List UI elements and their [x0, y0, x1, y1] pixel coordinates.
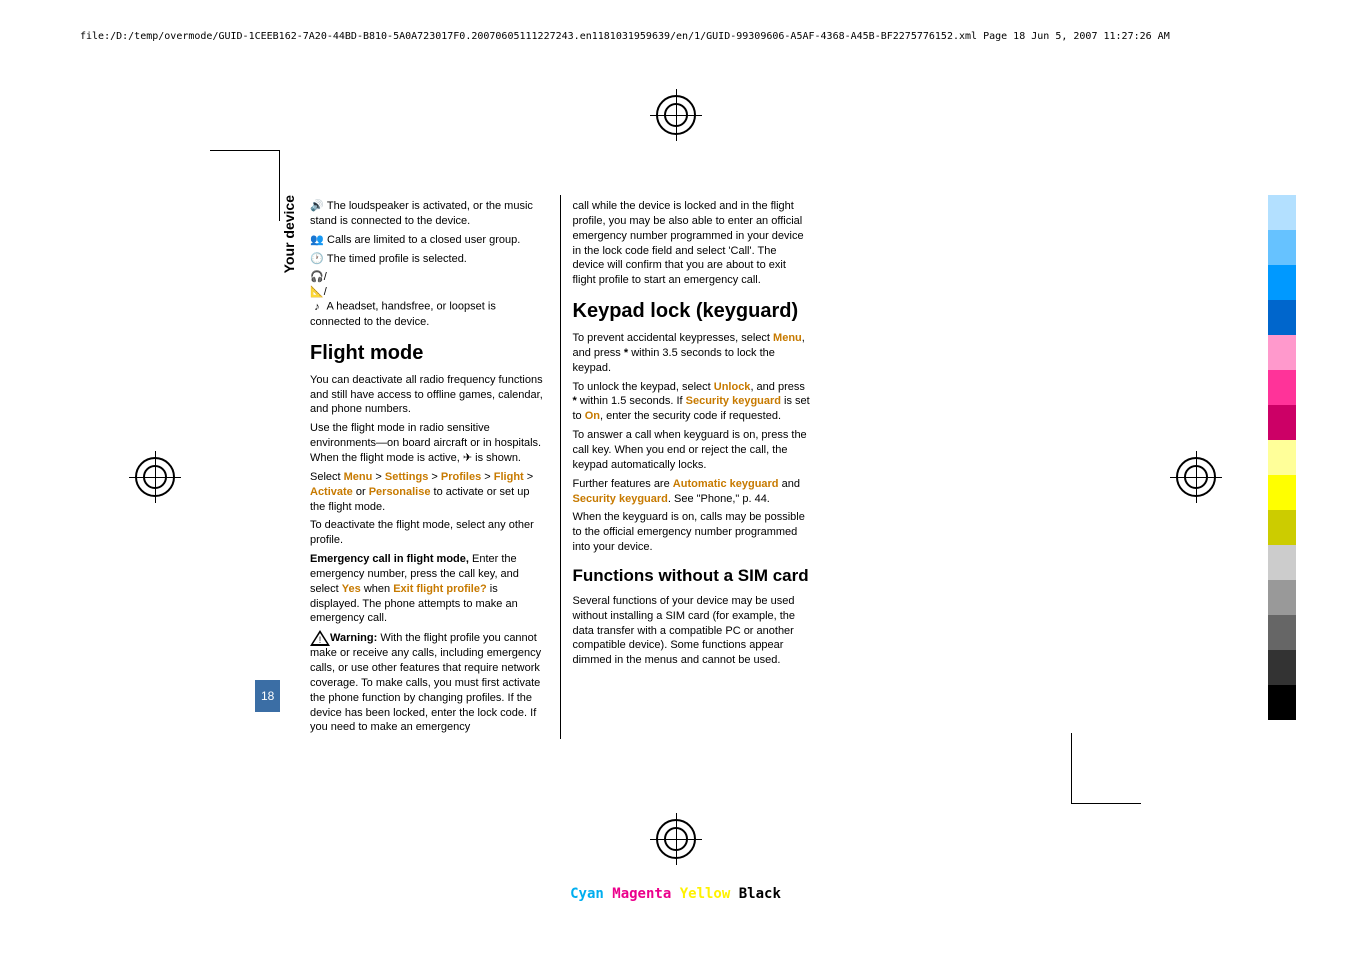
emergency-text: Emergency call in flight mode, Enter the…: [310, 552, 548, 626]
page: file:/D:/temp/overmode/GUID-1CEEB162-7A2…: [0, 0, 1351, 954]
registration-mark-left: [135, 457, 175, 497]
keyguard-p5: When the keyguard is on, calls may be po…: [573, 510, 811, 555]
deactivate-text: To deactivate the flight mode, select an…: [310, 518, 548, 548]
keyguard-p2: To unlock the keypad, select Unlock, and…: [573, 380, 811, 425]
closed-group-text: 👥 Calls are limited to a closed user gro…: [310, 233, 548, 248]
file-path-header: file:/D:/temp/overmode/GUID-1CEEB162-7A2…: [80, 30, 1170, 44]
registration-mark-top: [656, 95, 696, 135]
warning-text: !Warning: With the flight profile you ca…: [310, 630, 548, 735]
keyguard-heading: Keypad lock (keyguard): [573, 298, 811, 325]
registration-mark-right: [1176, 457, 1216, 497]
crop-corner-br: [1071, 788, 1141, 804]
headset-text: 🎧/📐/♪ A headset, handsfree, or loopset i…: [310, 270, 548, 329]
col2-cont: call while the device is locked and in t…: [573, 199, 811, 288]
svg-text:!: !: [319, 635, 322, 645]
flight-p1: You can deactivate all radio frequency f…: [310, 373, 548, 418]
color-calibration-bar: [1268, 195, 1296, 720]
column-1: 🔊 The loudspeaker is activated, or the m…: [310, 195, 548, 739]
registration-mark-bottom: [656, 819, 696, 859]
flight-p2: Use the flight mode in radio sensitive e…: [310, 421, 548, 466]
crop-corner-tl: [210, 150, 280, 166]
column-2: call while the device is locked and in t…: [560, 195, 811, 739]
clock-icon: 🕐: [310, 252, 324, 267]
flight-mode-heading: Flight mode: [310, 340, 548, 367]
group-icon: 👥: [310, 233, 324, 248]
keyguard-p3: To answer a call when keyguard is on, pr…: [573, 428, 811, 473]
timed-profile-text: 🕐 The timed profile is selected.: [310, 252, 548, 267]
headset-icon: 🎧/📐/♪: [310, 270, 324, 315]
speaker-icon: 🔊: [310, 199, 324, 214]
sim-text: Several functions of your device may be …: [573, 594, 811, 668]
keyguard-p4: Further features are Automatic keyguard …: [573, 477, 811, 507]
keyguard-p1: To prevent accidental keypresses, select…: [573, 331, 811, 376]
section-label: Your device: [280, 195, 299, 273]
sim-heading: Functions without a SIM card: [573, 565, 811, 588]
page-number: 18: [255, 680, 280, 712]
flight-menu-path: Select Menu > Settings > Profiles > Flig…: [310, 470, 548, 515]
plane-icon: ✈: [463, 452, 472, 464]
color-labels: Cyan Magenta Yellow Black: [570, 885, 781, 904]
content-area: 🔊 The loudspeaker is activated, or the m…: [310, 195, 810, 739]
warning-icon: !: [310, 630, 330, 646]
loudspeaker-text: 🔊 The loudspeaker is activated, or the m…: [310, 199, 548, 229]
